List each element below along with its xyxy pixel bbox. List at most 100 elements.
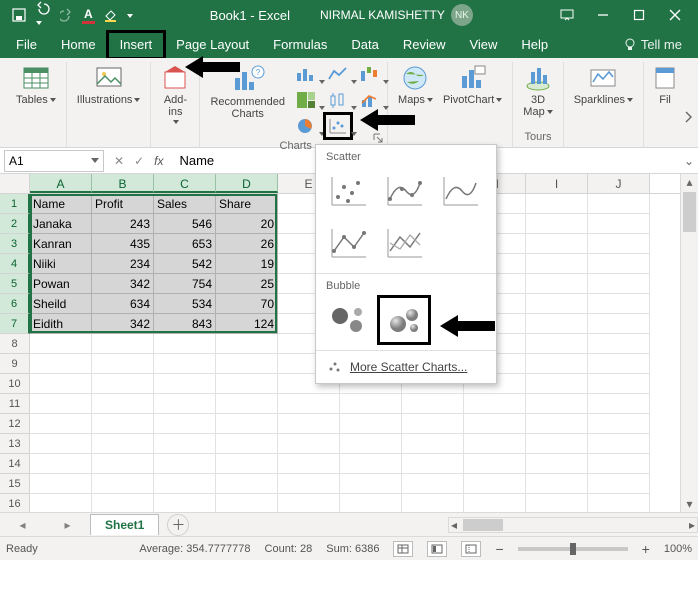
enter-icon[interactable]: ✓ bbox=[134, 154, 144, 168]
cell[interactable]: 843 bbox=[154, 314, 216, 334]
cell[interactable] bbox=[278, 474, 340, 494]
horizontal-scrollbar[interactable]: ◂ ▸ bbox=[448, 517, 698, 533]
cell[interactable]: Sales bbox=[154, 194, 216, 214]
cell[interactable] bbox=[340, 494, 402, 512]
cell[interactable] bbox=[464, 434, 526, 454]
tab-view[interactable]: View bbox=[457, 32, 509, 58]
cell[interactable] bbox=[402, 454, 464, 474]
cell[interactable] bbox=[216, 334, 278, 354]
tab-home[interactable]: Home bbox=[49, 32, 108, 58]
bubble-option[interactable] bbox=[324, 298, 372, 342]
cancel-icon[interactable]: ✕ bbox=[114, 154, 124, 168]
row-header[interactable]: 5 bbox=[0, 274, 30, 294]
maximize-button[interactable] bbox=[622, 3, 656, 27]
tell-me[interactable]: Tell me bbox=[611, 32, 694, 58]
save-icon[interactable] bbox=[12, 8, 26, 22]
row-header[interactable]: 8 bbox=[0, 334, 30, 354]
zoom-in-button[interactable]: + bbox=[642, 541, 650, 557]
name-box[interactable]: A1 bbox=[4, 150, 104, 172]
cell[interactable] bbox=[526, 254, 588, 274]
row-header[interactable]: 1 bbox=[0, 194, 30, 214]
cell[interactable] bbox=[154, 354, 216, 374]
scroll-up-icon[interactable]: ▴ bbox=[681, 174, 698, 190]
close-button[interactable] bbox=[658, 3, 692, 27]
cell[interactable]: Eidith bbox=[30, 314, 92, 334]
cell[interactable] bbox=[340, 434, 402, 454]
cell[interactable] bbox=[278, 414, 340, 434]
fx-icon[interactable]: fx bbox=[154, 154, 163, 168]
scrollbar-thumb[interactable] bbox=[463, 519, 503, 531]
cell[interactable] bbox=[402, 434, 464, 454]
cell[interactable] bbox=[526, 434, 588, 454]
column-chart-button[interactable] bbox=[293, 62, 319, 86]
cell[interactable]: 124 bbox=[216, 314, 278, 334]
sheet-tab[interactable]: Sheet1 bbox=[90, 514, 159, 535]
cell[interactable]: 546 bbox=[154, 214, 216, 234]
cell[interactable]: 234 bbox=[92, 254, 154, 274]
cell[interactable]: 25 bbox=[216, 274, 278, 294]
row-header[interactable]: 13 bbox=[0, 434, 30, 454]
cell[interactable] bbox=[588, 194, 650, 214]
row-header[interactable]: 4 bbox=[0, 254, 30, 274]
scroll-down-icon[interactable]: ▾ bbox=[681, 496, 698, 512]
cell[interactable]: 26 bbox=[216, 234, 278, 254]
cell[interactable] bbox=[92, 454, 154, 474]
cell[interactable] bbox=[588, 434, 650, 454]
cell[interactable]: 653 bbox=[154, 234, 216, 254]
cell[interactable] bbox=[526, 334, 588, 354]
cell[interactable] bbox=[402, 474, 464, 494]
row-header[interactable]: 3 bbox=[0, 234, 30, 254]
column-header[interactable]: I bbox=[526, 174, 588, 193]
cell[interactable] bbox=[154, 474, 216, 494]
cell[interactable] bbox=[526, 474, 588, 494]
cell[interactable]: 634 bbox=[92, 294, 154, 314]
cell[interactable] bbox=[526, 454, 588, 474]
cell[interactable] bbox=[526, 214, 588, 234]
cell[interactable] bbox=[278, 494, 340, 512]
row-header[interactable]: 14 bbox=[0, 454, 30, 474]
cell[interactable]: 754 bbox=[154, 274, 216, 294]
cell[interactable] bbox=[216, 414, 278, 434]
cell[interactable] bbox=[92, 334, 154, 354]
cell[interactable] bbox=[464, 494, 526, 512]
cell[interactable] bbox=[216, 494, 278, 512]
cell[interactable] bbox=[588, 454, 650, 474]
scatter-smooth-markers-option[interactable] bbox=[380, 169, 428, 213]
cell[interactable] bbox=[30, 454, 92, 474]
cell[interactable] bbox=[92, 354, 154, 374]
cell[interactable] bbox=[154, 494, 216, 512]
row-header[interactable]: 15 bbox=[0, 474, 30, 494]
cell[interactable] bbox=[526, 294, 588, 314]
cell[interactable] bbox=[588, 314, 650, 334]
cell[interactable] bbox=[526, 274, 588, 294]
cell[interactable] bbox=[216, 474, 278, 494]
cell[interactable]: Powan bbox=[30, 274, 92, 294]
view-normal-button[interactable] bbox=[393, 541, 413, 557]
row-header[interactable]: 16 bbox=[0, 494, 30, 512]
row-header[interactable]: 11 bbox=[0, 394, 30, 414]
cell[interactable] bbox=[526, 234, 588, 254]
cell[interactable] bbox=[588, 494, 650, 512]
row-header[interactable]: 2 bbox=[0, 214, 30, 234]
ribbon-options-icon[interactable] bbox=[550, 3, 584, 27]
cell[interactable] bbox=[92, 474, 154, 494]
cell[interactable] bbox=[526, 354, 588, 374]
sheet-nav-first-icon[interactable]: ◂ bbox=[19, 518, 25, 532]
cell[interactable] bbox=[402, 494, 464, 512]
cell[interactable] bbox=[92, 394, 154, 414]
tab-file[interactable]: File bbox=[4, 32, 49, 58]
cell[interactable] bbox=[526, 394, 588, 414]
scatter-markers-option[interactable] bbox=[324, 169, 372, 213]
cell[interactable] bbox=[216, 454, 278, 474]
waterfall-chart-button[interactable] bbox=[357, 62, 383, 86]
cell[interactable] bbox=[154, 334, 216, 354]
cell[interactable] bbox=[340, 454, 402, 474]
cell[interactable]: 70 bbox=[216, 294, 278, 314]
cell[interactable] bbox=[92, 494, 154, 512]
zoom-level[interactable]: 100% bbox=[664, 543, 692, 555]
cell[interactable] bbox=[216, 434, 278, 454]
cell[interactable] bbox=[588, 354, 650, 374]
row-header[interactable]: 10 bbox=[0, 374, 30, 394]
scroll-left-icon[interactable]: ◂ bbox=[451, 518, 457, 532]
cell[interactable]: Share bbox=[216, 194, 278, 214]
